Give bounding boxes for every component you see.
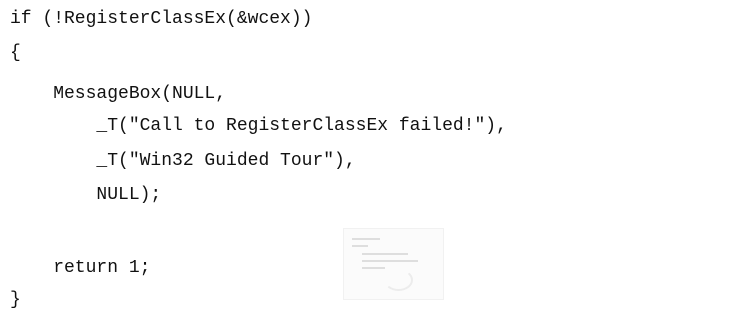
code-line-open-brace: { (10, 43, 21, 63)
thumbnail-arc (384, 269, 413, 291)
code-line-return: return 1; (10, 258, 151, 278)
code-line-null: NULL); (10, 185, 162, 205)
code-line-messagebox: MessageBox(NULL, (10, 84, 227, 104)
thumbnail-line (352, 238, 380, 240)
code-block: if (!RegisterClassEx(&wcex)) { MessageBo… (0, 0, 742, 310)
thumbnail-line (362, 267, 385, 269)
code-line-if: if (!RegisterClassEx(&wcex)) (10, 9, 313, 29)
code-line-title-text: _T("Win32 Guided Tour"), (10, 151, 356, 171)
thumbnail-line (362, 260, 418, 262)
code-line-close-brace: } (10, 290, 21, 310)
thumbnail-line (362, 253, 408, 255)
code-line-message-text: _T("Call to RegisterClassEx failed!"), (10, 116, 507, 136)
thumbnail-line (352, 245, 368, 247)
code-thumbnail-icon (343, 228, 444, 300)
